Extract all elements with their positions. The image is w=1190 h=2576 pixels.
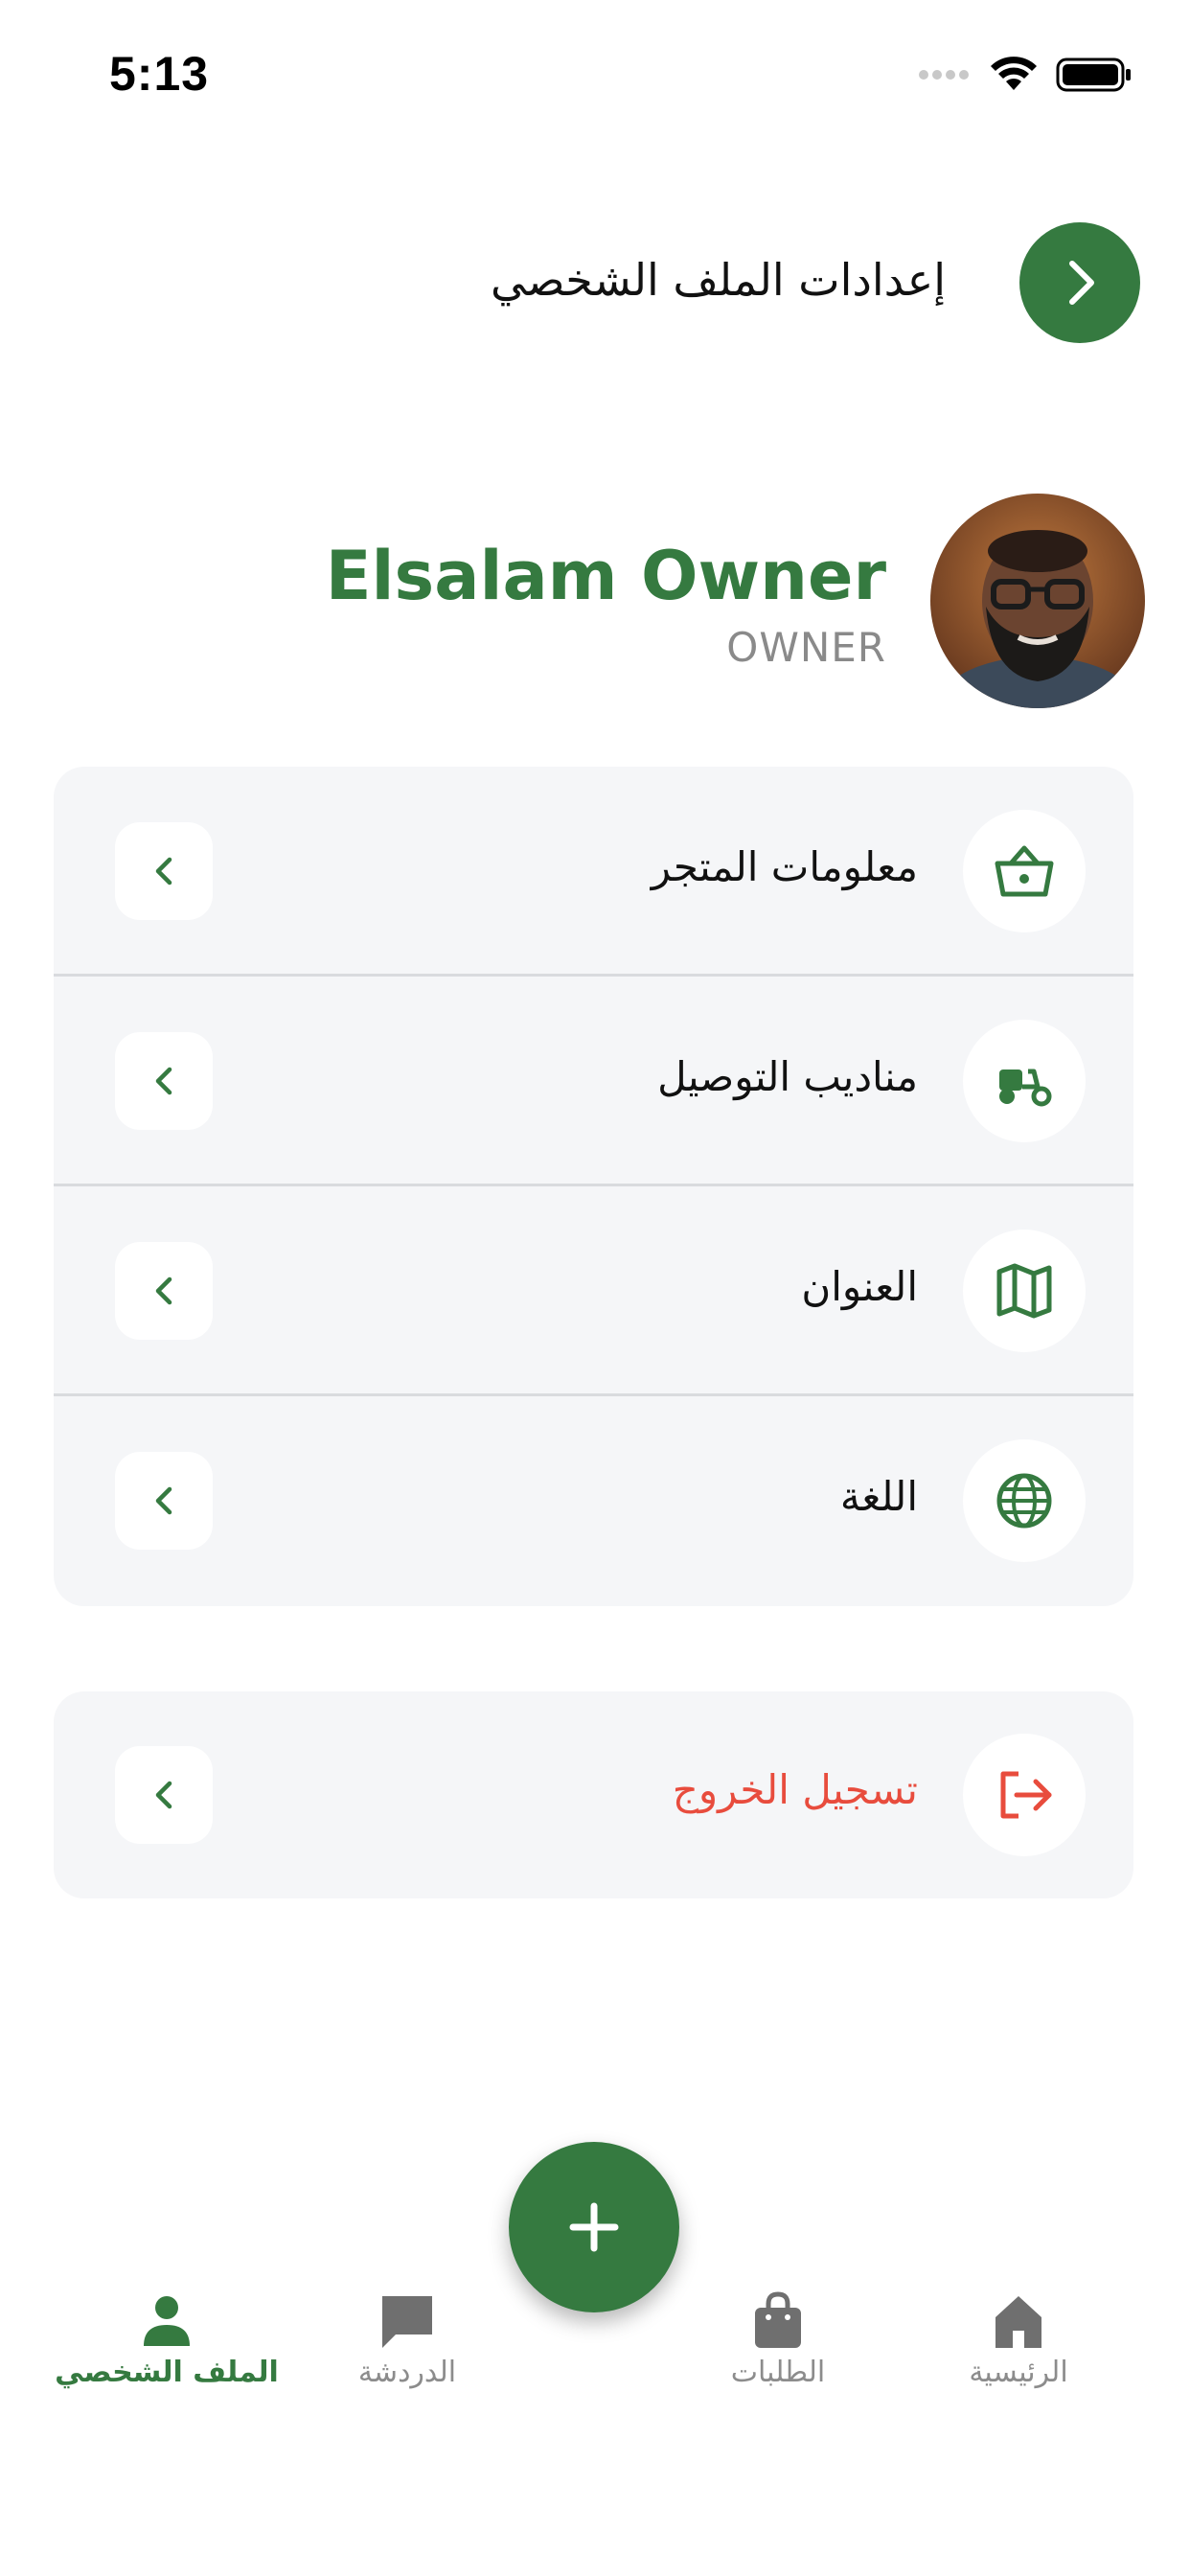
home-icon bbox=[995, 2296, 1041, 2348]
user-name: Elsalam Owner bbox=[325, 537, 886, 615]
add-button[interactable] bbox=[509, 2142, 679, 2312]
chevron-left-icon bbox=[155, 1067, 172, 1095]
menu-item-delivery-agents[interactable]: مناديب التوصيل bbox=[54, 977, 1133, 1186]
status-icons bbox=[918, 56, 1133, 94]
profile-section: Elsalam Owner OWNER bbox=[0, 494, 1190, 714]
menu-item-label: معلومات المتجر bbox=[651, 843, 918, 890]
map-icon-circle bbox=[963, 1230, 1086, 1352]
chevron-left-icon bbox=[155, 1781, 172, 1809]
logout-icon-circle bbox=[963, 1734, 1086, 1856]
chevron-left-icon bbox=[155, 857, 172, 886]
logout-row[interactable]: تسجيل الخروج bbox=[54, 1691, 1133, 1898]
map-icon bbox=[996, 1263, 1052, 1319]
bag-icon bbox=[755, 2291, 801, 2348]
chat-icon bbox=[382, 2296, 432, 2348]
battery-icon bbox=[1056, 58, 1131, 92]
wifi-icon bbox=[991, 57, 1037, 90]
nav-item-profile[interactable]: الملف الشخصي bbox=[52, 2290, 282, 2434]
scooter-icon bbox=[999, 1069, 1052, 1107]
globe-icon bbox=[996, 1473, 1052, 1529]
chevron-left-icon bbox=[155, 1276, 172, 1305]
status-bar: 5:13 bbox=[0, 0, 1190, 144]
user-role: OWNER bbox=[726, 624, 886, 671]
settings-menu-card: معلومات المتجر مناديب التوصيل العنوان ال… bbox=[54, 767, 1133, 1606]
logout-icon bbox=[1000, 1771, 1052, 1819]
menu-item-label: العنوان bbox=[801, 1263, 918, 1310]
plus-icon bbox=[569, 2202, 619, 2252]
person-icon bbox=[144, 2296, 190, 2346]
menu-item-address[interactable]: العنوان bbox=[54, 1186, 1133, 1396]
basket-icon-circle bbox=[963, 810, 1086, 932]
avatar-photo bbox=[930, 494, 1145, 708]
globe-icon-circle bbox=[963, 1439, 1086, 1562]
status-time: 5:13 bbox=[109, 47, 210, 101]
menu-item-chevron[interactable] bbox=[115, 822, 213, 920]
basket-icon bbox=[995, 845, 1054, 897]
signal-icon bbox=[919, 70, 969, 80]
nav-item-home[interactable]: الرئيسية bbox=[904, 2290, 1133, 2434]
scooter-icon-circle bbox=[963, 1020, 1086, 1142]
menu-item-chevron[interactable] bbox=[115, 1242, 213, 1340]
nav-item-chat[interactable]: الدردشة bbox=[292, 2290, 522, 2434]
nav-label: الملف الشخصي bbox=[55, 2356, 279, 2389]
menu-item-language[interactable]: اللغة bbox=[54, 1396, 1133, 1606]
menu-item-chevron[interactable] bbox=[115, 1452, 213, 1550]
menu-item-label: اللغة bbox=[839, 1473, 918, 1520]
logout-label: تسجيل الخروج bbox=[672, 1766, 918, 1813]
bottom-nav: الملف الشخصي الدردشة الطلبات الرئيسية bbox=[0, 2108, 1190, 2576]
back-button[interactable] bbox=[1019, 222, 1140, 343]
page-title: إعدادات الملف الشخصي bbox=[491, 254, 946, 306]
nav-label: الدردشة bbox=[357, 2356, 457, 2389]
nav-label: الرئيسية bbox=[969, 2356, 1068, 2389]
nav-label: الطلبات bbox=[730, 2356, 826, 2389]
logout-card: تسجيل الخروج bbox=[54, 1691, 1133, 1898]
menu-item-chevron[interactable] bbox=[115, 1032, 213, 1130]
chevron-left-icon bbox=[155, 1486, 172, 1515]
avatar bbox=[930, 494, 1145, 708]
menu-item-store-info[interactable]: معلومات المتجر bbox=[54, 767, 1133, 977]
logout-chevron[interactable] bbox=[115, 1746, 213, 1844]
header: إعدادات الملف الشخصي bbox=[0, 211, 1190, 355]
chevron-right-icon bbox=[1069, 261, 1094, 305]
nav-item-orders[interactable]: الطلبات bbox=[663, 2290, 893, 2434]
menu-item-label: مناديب التوصيل bbox=[657, 1053, 918, 1100]
